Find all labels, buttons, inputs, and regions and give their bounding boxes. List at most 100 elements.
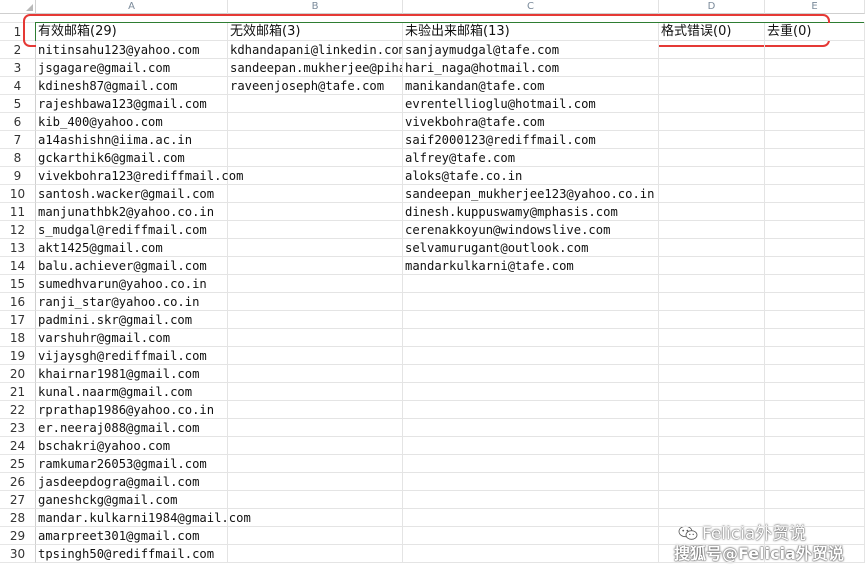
row-header-29[interactable]: 29 [0, 527, 36, 545]
table-cell[interactable] [403, 329, 659, 347]
table-cell[interactable] [228, 221, 403, 239]
table-cell[interactable] [659, 41, 765, 59]
table-cell[interactable]: rprathap1986@yahoo.co.in [36, 401, 228, 419]
table-cell[interactable]: s_mudgal@rediffmail.com [36, 221, 228, 239]
table-cell[interactable] [659, 491, 765, 509]
row-header-3[interactable]: 3 [0, 59, 36, 77]
table-cell[interactable] [403, 311, 659, 329]
table-cell[interactable] [659, 311, 765, 329]
table-cell[interactable]: rajeshbawa123@gmail.com [36, 95, 228, 113]
table-cell[interactable] [765, 203, 865, 221]
table-cell[interactable] [659, 419, 765, 437]
table-cell[interactable]: alfrey@tafe.com [403, 149, 659, 167]
table-cell[interactable] [659, 545, 765, 563]
row-header-24[interactable]: 24 [0, 437, 36, 455]
table-cell[interactable]: manjunathbk2@yahoo.co.in [36, 203, 228, 221]
table-cell[interactable] [659, 149, 765, 167]
table-cell[interactable] [228, 419, 403, 437]
table-cell[interactable] [765, 383, 865, 401]
table-cell[interactable] [228, 401, 403, 419]
table-cell[interactable]: kunal.naarm@gmail.com [36, 383, 228, 401]
table-cell[interactable] [228, 545, 403, 563]
table-cell[interactable]: saif2000123@rediffmail.com [403, 131, 659, 149]
table-cell[interactable] [765, 239, 865, 257]
table-cell[interactable] [659, 113, 765, 131]
table-cell[interactable]: kdhandapani@linkedin.com [228, 41, 403, 59]
row-header-16[interactable]: 16 [0, 293, 36, 311]
row-header-11[interactable]: 11 [0, 203, 36, 221]
table-cell[interactable]: jasdeepdogra@gmail.com [36, 473, 228, 491]
table-cell[interactable] [228, 275, 403, 293]
row-header-28[interactable]: 28 [0, 509, 36, 527]
table-cell[interactable] [659, 203, 765, 221]
table-cell[interactable] [228, 95, 403, 113]
table-cell[interactable]: khairnar1981@gmail.com [36, 365, 228, 383]
column-header-a[interactable]: A [36, 0, 228, 14]
column-header-c[interactable]: C [403, 0, 659, 14]
table-cell[interactable] [228, 311, 403, 329]
table-cell[interactable] [403, 491, 659, 509]
table-cell[interactable]: vivekbohra@tafe.com [403, 113, 659, 131]
row-header-4[interactable]: 4 [0, 77, 36, 95]
row-header-25[interactable]: 25 [0, 455, 36, 473]
table-cell[interactable] [659, 221, 765, 239]
row-header-12[interactable]: 12 [0, 221, 36, 239]
table-cell[interactable] [659, 257, 765, 275]
table-cell[interactable] [765, 401, 865, 419]
table-cell[interactable] [403, 437, 659, 455]
table-cell[interactable] [765, 77, 865, 95]
table-cell[interactable] [403, 383, 659, 401]
header-cell-a[interactable]: 有效邮箱(29) [36, 23, 228, 41]
table-cell[interactable] [659, 383, 765, 401]
table-cell[interactable] [403, 509, 659, 527]
column-header-d[interactable]: D [659, 0, 765, 14]
table-cell[interactable] [765, 257, 865, 275]
table-cell[interactable] [659, 329, 765, 347]
table-cell[interactable]: gckarthik6@gmail.com [36, 149, 228, 167]
select-all-corner[interactable] [0, 0, 36, 14]
table-cell[interactable] [659, 239, 765, 257]
row-header-15[interactable]: 15 [0, 275, 36, 293]
table-cell[interactable]: vivekbohra123@rediffmail.com [36, 167, 243, 185]
row-header-10[interactable]: 10 [0, 185, 36, 203]
table-cell[interactable] [659, 95, 765, 113]
table-cell[interactable]: vijaysgh@rediffmail.com [36, 347, 228, 365]
table-cell[interactable]: padmini.skr@gmail.com [36, 311, 228, 329]
row-header-21[interactable]: 21 [0, 383, 36, 401]
table-cell[interactable] [659, 77, 765, 95]
row-header-19[interactable]: 19 [0, 347, 36, 365]
table-cell[interactable] [228, 347, 403, 365]
row-header-27[interactable]: 27 [0, 491, 36, 509]
table-cell[interactable] [765, 473, 865, 491]
table-cell[interactable]: sandeepan.mukherjee@pihari_naga@hotmail.… [228, 59, 403, 77]
table-cell[interactable] [659, 455, 765, 473]
table-cell[interactable] [765, 185, 865, 203]
table-cell[interactable] [228, 257, 403, 275]
table-cell[interactable] [403, 401, 659, 419]
table-cell[interactable]: sanjaymudgal@tafe.com [403, 41, 659, 59]
table-cell[interactable] [228, 455, 403, 473]
table-cell[interactable]: mandar.kulkarni1984@gmail.com [36, 509, 251, 527]
column-header-b[interactable]: B [228, 0, 403, 14]
table-cell[interactable]: mandarkulkarni@tafe.com [403, 257, 659, 275]
table-cell[interactable] [403, 527, 659, 545]
row-header-14[interactable]: 14 [0, 257, 36, 275]
table-cell[interactable] [659, 365, 765, 383]
table-cell[interactable]: aloks@tafe.co.in [403, 167, 659, 185]
row-header-17[interactable]: 17 [0, 311, 36, 329]
table-cell[interactable] [765, 221, 865, 239]
table-cell[interactable] [659, 293, 765, 311]
table-cell[interactable] [765, 491, 865, 509]
table-cell[interactable]: ganeshckg@gmail.com [36, 491, 228, 509]
table-cell[interactable]: varshuhr@gmail.com [36, 329, 228, 347]
table-cell[interactable] [765, 437, 865, 455]
table-cell[interactable] [228, 131, 403, 149]
table-cell[interactable] [765, 347, 865, 365]
table-cell[interactable] [403, 419, 659, 437]
table-cell[interactable] [403, 545, 659, 563]
row-header-13[interactable]: 13 [0, 239, 36, 257]
table-cell[interactable]: amarpreet301@gmail.com [36, 527, 228, 545]
table-cell[interactable]: er.neeraj088@gmail.com [36, 419, 228, 437]
table-cell[interactable] [765, 293, 865, 311]
table-cell[interactable] [659, 437, 765, 455]
